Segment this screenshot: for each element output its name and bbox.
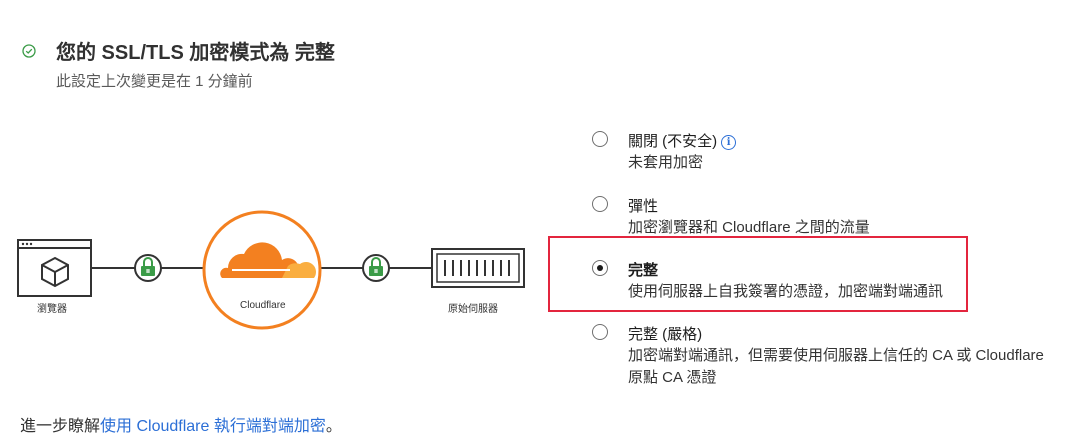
option-full-desc: 使用伺服器上自我簽署的憑證，加密端對端通訊: [628, 283, 944, 300]
origin-server-label: 原始伺服器: [448, 304, 498, 315]
check-circle-icon: [22, 44, 36, 58]
option-full-strict-desc-line2: 原點 CA 憑證: [628, 369, 717, 386]
radio-full-strict[interactable]: [592, 324, 608, 340]
cloudflare-label: Cloudflare: [240, 300, 286, 311]
server-icon: [431, 248, 525, 288]
radio-full[interactable]: [592, 260, 608, 276]
option-off-desc: 未套用加密: [628, 154, 704, 171]
info-icon[interactable]: i: [721, 135, 737, 150]
browser-icon: [17, 239, 92, 297]
option-off-title: 關閉 (不安全): [628, 133, 718, 150]
learn-more-prefix: 進一步瞭解: [20, 418, 101, 435]
last-changed-text: 此設定上次變更是在 1 分鐘前: [56, 73, 253, 90]
radio-flexible[interactable]: [592, 196, 608, 212]
option-full-strict-desc-line1: 加密端對端通訊，但需要使用伺服器上信任的 CA 或 Cloudflare: [628, 347, 1044, 364]
page-title: 您的 SSL/TLS 加密模式為 完整: [56, 42, 335, 64]
radio-off[interactable]: [592, 131, 608, 147]
option-full-strict-title: 完整 (嚴格): [628, 326, 703, 343]
lock-icon: [362, 254, 390, 282]
option-flexible-title: 彈性: [628, 198, 659, 215]
lock-icon: [134, 254, 162, 282]
learn-more-link[interactable]: 使用 Cloudflare 執行端對端加密: [100, 418, 326, 435]
encryption-diagram: 瀏覽器 Cloudflare 原始伺服器: [0, 190, 540, 340]
diagram-graphic: [17, 210, 525, 330]
option-full-title: 完整: [628, 262, 659, 279]
browser-label: 瀏覽器: [37, 304, 67, 315]
learn-more-text: 進一步瞭解使用 Cloudflare 執行端對端加密。: [20, 412, 342, 436]
learn-more-suffix: 。: [325, 418, 342, 435]
